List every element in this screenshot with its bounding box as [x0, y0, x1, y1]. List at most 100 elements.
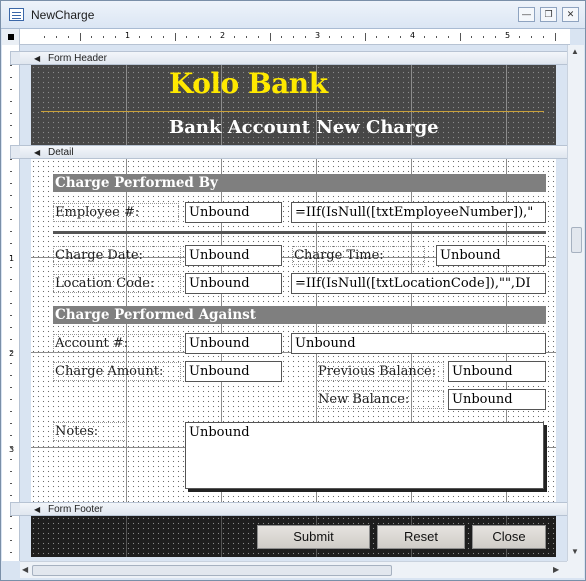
ruler-tick: [10, 77, 12, 78]
form-subtitle: Bank Account New Charge: [169, 117, 439, 138]
scroll-right-icon[interactable]: ▶: [553, 565, 559, 574]
ruler-tick: [10, 243, 12, 244]
close-button[interactable]: Close: [472, 525, 546, 549]
charge-performed-against-heading: Charge Performed Against: [53, 306, 546, 324]
restore-icon[interactable]: ❐: [540, 7, 557, 22]
detail-label: Detail: [48, 147, 74, 158]
ruler-tick: [245, 36, 247, 38]
ruler-tick: [459, 33, 461, 41]
new-balance-field[interactable]: Unbound: [448, 389, 546, 410]
notes-field[interactable]: Unbound: [185, 422, 544, 489]
ruler-tick: [10, 183, 12, 184]
location-code-field[interactable]: Unbound: [185, 273, 282, 294]
previous-balance-field[interactable]: Unbound: [448, 361, 546, 382]
close-icon[interactable]: ✕: [562, 7, 579, 22]
ruler-tick: [423, 36, 425, 38]
charge-amount-field[interactable]: Unbound: [185, 361, 282, 382]
ruler-number: 1: [9, 254, 15, 263]
header-divider: [41, 111, 544, 112]
horizontal-scrollbar[interactable]: ◀ ▶: [20, 561, 567, 578]
ruler-tick: [400, 36, 402, 38]
employee-name-expression-field[interactable]: =IIf(IsNull([txtEmployeeNumber]),": [291, 202, 546, 223]
horizontal-scroll-thumb[interactable]: [32, 565, 392, 576]
charge-amount-label: Charge Amount:: [53, 362, 181, 381]
employee-number-field[interactable]: Unbound: [185, 202, 282, 223]
ruler-tick: [10, 65, 12, 66]
ruler-tick: [10, 113, 12, 114]
ruler-tick: [186, 36, 188, 38]
ruler-tick: [10, 387, 12, 388]
location-code-label: Location Code:: [53, 274, 181, 293]
ruler-tick: [328, 36, 330, 38]
ruler-number: 3: [315, 31, 321, 40]
resize-grip[interactable]: [567, 561, 584, 578]
ruler-tick: [10, 101, 12, 102]
ruler-tick: [233, 36, 235, 38]
ruler-tick: [542, 36, 544, 38]
title-bar: NewCharge — ❐ ✕: [1, 1, 585, 29]
ruler-tick: [43, 36, 45, 38]
ruler-tick: [210, 36, 212, 38]
account-name-field[interactable]: Unbound: [291, 333, 546, 354]
ruler-tick: [10, 327, 12, 328]
ruler-tick: [495, 36, 497, 38]
section-divider: [53, 231, 546, 234]
ruler-tick: [352, 36, 354, 38]
ruler-tick: [10, 207, 12, 208]
submit-button[interactable]: Submit: [257, 525, 370, 549]
ruler-tick: [10, 89, 12, 90]
reset-button[interactable]: Reset: [377, 525, 465, 549]
ruler-tick: [115, 36, 117, 38]
ruler-tick: [364, 33, 366, 41]
section-collapse-icon: ◀: [34, 148, 41, 157]
charge-date-field[interactable]: Unbound: [185, 245, 282, 266]
ruler-tick: [174, 33, 176, 41]
ruler-tick: [471, 36, 473, 38]
ruler-tick: [10, 339, 12, 340]
ruler-tick: [162, 36, 164, 38]
ruler-tick: [10, 528, 12, 529]
scroll-up-icon[interactable]: ▲: [571, 47, 579, 56]
charge-date-label: Charge Date:: [53, 246, 181, 265]
section-collapse-icon: ◀: [34, 505, 41, 514]
charge-time-label: Charge Time:: [292, 246, 425, 265]
notes-label: Notes:: [53, 422, 127, 441]
ruler-tick: [530, 36, 532, 38]
ruler-number: 2: [9, 349, 15, 358]
detail-band[interactable]: ◀ Detail: [20, 145, 570, 159]
ruler-tick: [518, 36, 520, 38]
charge-time-field[interactable]: Unbound: [436, 245, 546, 266]
ruler-number: 1: [125, 31, 131, 40]
vertical-scrollbar[interactable]: ▲ ▼: [567, 45, 584, 561]
ruler-tick: [10, 303, 12, 304]
scroll-down-icon[interactable]: ▼: [571, 547, 579, 556]
ruler-tick: [10, 495, 12, 496]
ruler-tick: [10, 471, 12, 472]
account-number-field[interactable]: Unbound: [185, 333, 282, 354]
ruler-number: 5: [505, 31, 511, 40]
ruler-tick: [91, 36, 93, 38]
form-header-band[interactable]: ◀ Form Header: [20, 51, 570, 65]
location-expression-field[interactable]: =IIf(IsNull([txtLocationCode]),"",DI: [291, 273, 546, 294]
ruler-tick: [10, 137, 12, 138]
charge-performed-by-heading: Charge Performed By: [53, 174, 546, 192]
ruler-tick: [10, 552, 12, 553]
ruler-tick: [435, 36, 437, 38]
form-footer-band[interactable]: ◀ Form Footer: [20, 502, 570, 516]
ruler-tick: [269, 33, 271, 41]
minimize-icon[interactable]: —: [518, 7, 535, 22]
ruler-tick: [10, 540, 12, 541]
ruler-tick: [293, 36, 295, 38]
ruler-tick: [483, 36, 485, 38]
bank-name-heading: Kolo Bank: [169, 67, 328, 100]
form-selector[interactable]: [2, 29, 20, 45]
ruler-tick: [447, 36, 449, 38]
vertical-scroll-thumb[interactable]: [571, 227, 582, 253]
horizontal-ruler: 1 2 3 4 5: [2, 29, 570, 45]
ruler-tick: [103, 36, 105, 38]
form-app-icon: [9, 8, 24, 21]
ruler-tick: [55, 36, 57, 38]
scroll-left-icon[interactable]: ◀: [22, 565, 28, 574]
form-design-window: NewCharge — ❐ ✕ 12345 123 ◀ Form Header …: [0, 0, 586, 581]
previous-balance-label: Previous Balance:: [316, 362, 444, 381]
